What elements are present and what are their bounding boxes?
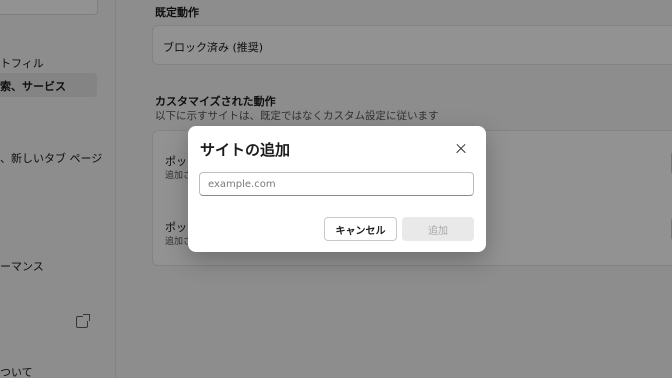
site-url-input[interactable]: [199, 172, 474, 196]
dialog-title: サイトの追加: [200, 141, 291, 159]
add-site-dialog: サイトの追加 キャンセル 追加: [188, 126, 486, 252]
close-icon[interactable]: [452, 140, 470, 158]
add-button[interactable]: 追加: [402, 217, 474, 241]
cancel-button[interactable]: キャンセル: [324, 217, 397, 241]
